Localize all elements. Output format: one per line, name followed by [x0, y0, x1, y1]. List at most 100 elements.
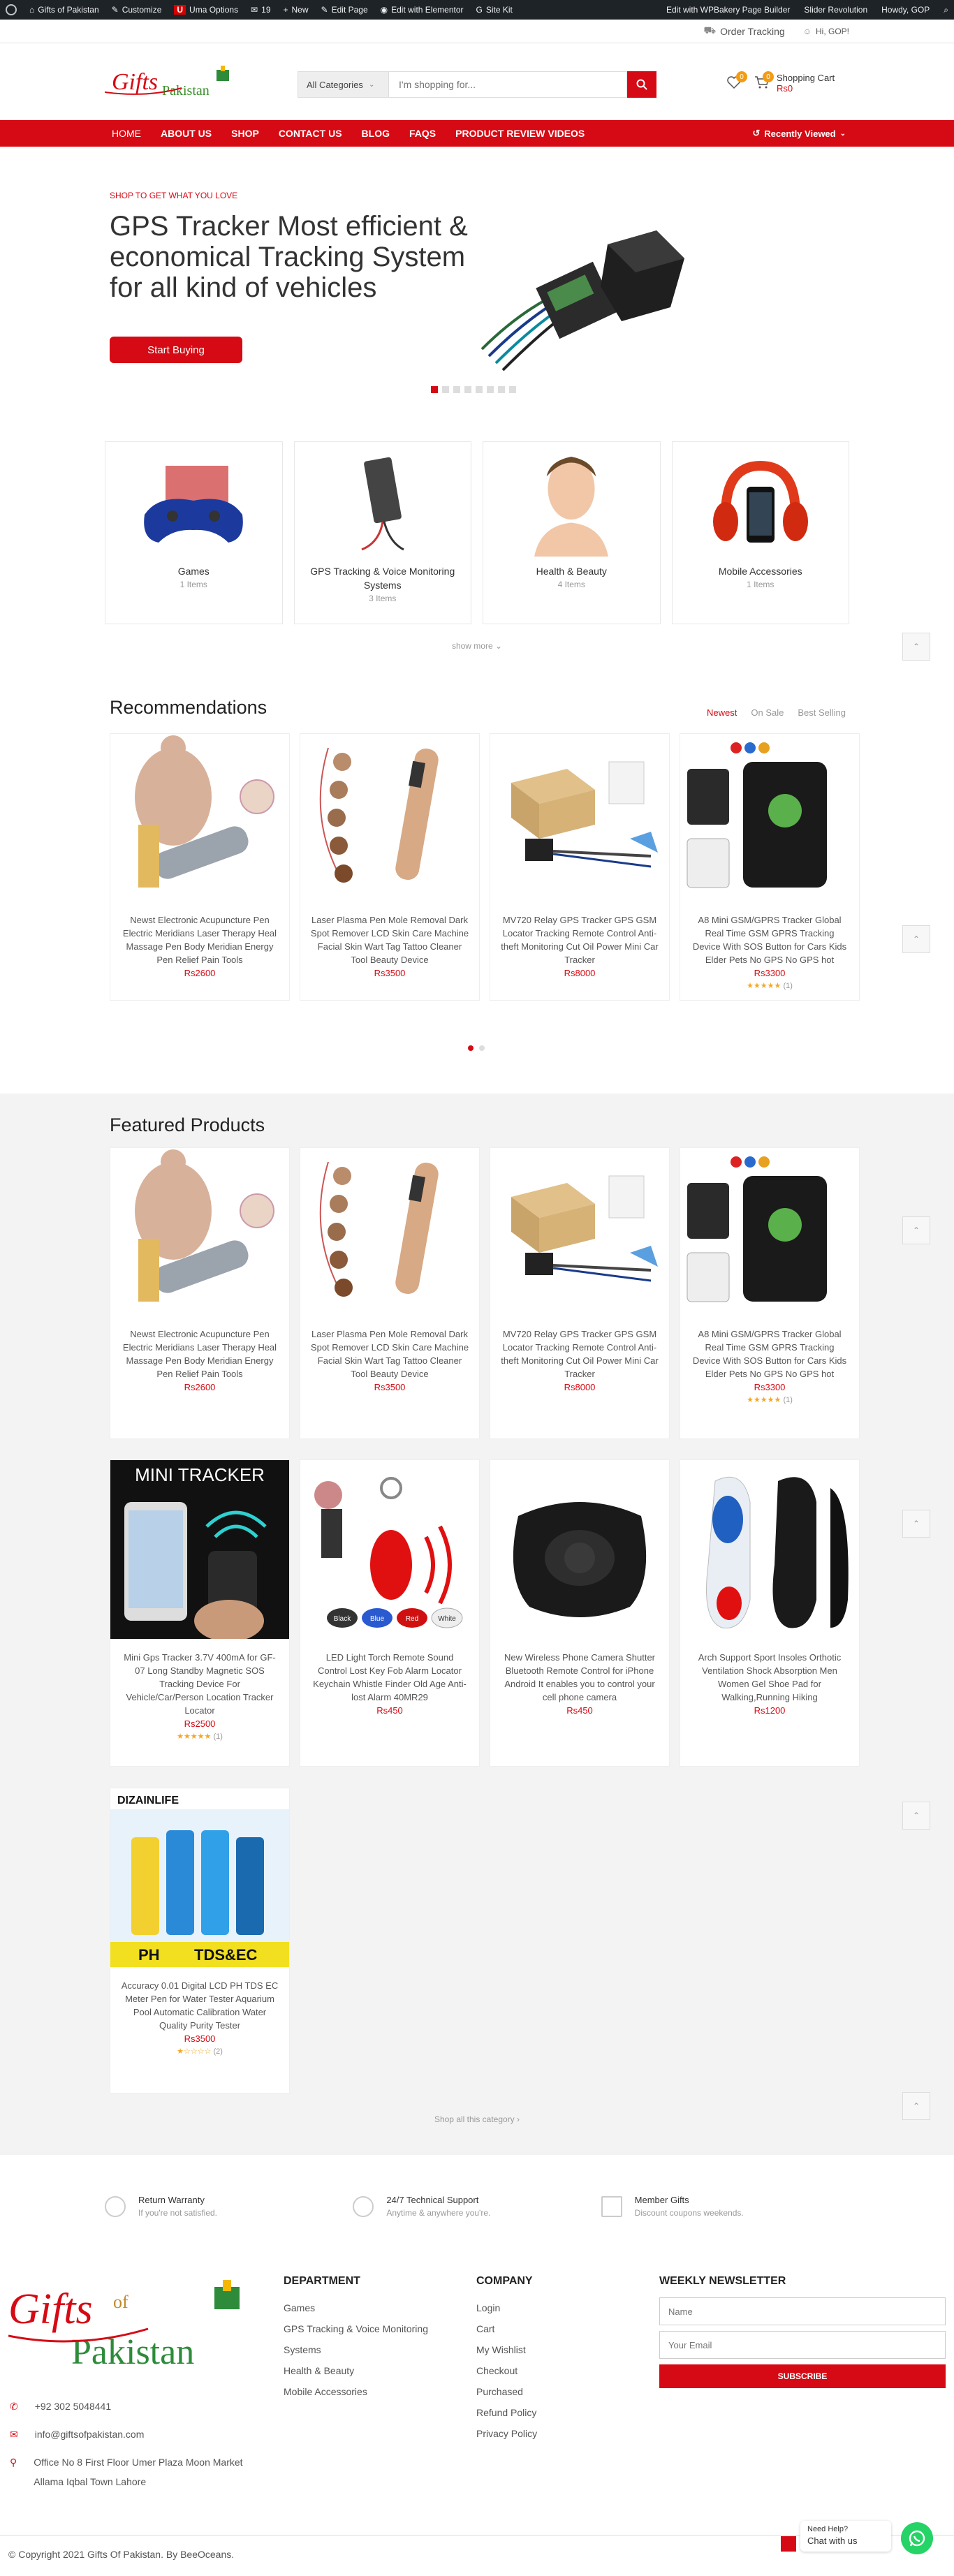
recently-viewed-dropdown[interactable]: ↺ Recently Viewed ⌄ [752, 128, 846, 139]
slider-dot[interactable] [476, 386, 483, 393]
footer-link[interactable]: Login [476, 2297, 616, 2318]
footer-link[interactable]: Health & Beauty [284, 2360, 451, 2381]
product-card[interactable]: Newst Electronic Acupuncture Pen Electri… [110, 733, 290, 1001]
nav-product-review-videos[interactable]: PRODUCT REVIEW VIDEOS [455, 128, 585, 139]
admin-new-link[interactable]: + New [284, 5, 309, 15]
product-card[interactable]: MINI TRACKER Mini Gps Tracker 3.7V 400mA… [110, 1459, 290, 1767]
youtube-icon[interactable] [781, 2536, 796, 2552]
product-name[interactable]: A8 Mini GSM/GPRS Tracker Global Real Tim… [690, 1327, 849, 1381]
admin-elementor-link[interactable]: ◉ Edit with Elementor [381, 5, 464, 15]
footer-email[interactable]: ✉ info@giftsofpakistan.com [10, 2424, 144, 2444]
product-name[interactable]: Arch Support Sport Insoles Orthotic Vent… [690, 1651, 849, 1704]
slider-dot[interactable] [487, 386, 494, 393]
nav-shop[interactable]: SHOP [231, 128, 259, 139]
nav-faqs[interactable]: FAQS [409, 128, 436, 139]
product-name[interactable]: Newst Electronic Acupuncture Pen Electri… [120, 1327, 279, 1381]
show-more-link[interactable]: show more ⌄ [0, 641, 954, 651]
wishlist-button[interactable]: 0 [726, 71, 747, 92]
admin-site-link[interactable]: ⌂ Gifts of Pakistan [29, 5, 99, 15]
nav-contact-us[interactable]: CONTACT US [279, 128, 342, 139]
carousel-dot[interactable] [479, 1045, 485, 1051]
search-button[interactable] [627, 71, 656, 98]
product-name[interactable]: MV720 Relay GPS Tracker GPS GSM Locator … [500, 913, 659, 966]
shop-all-category-link[interactable]: Shop all this category › [0, 2114, 954, 2124]
product-card[interactable]: A8 Mini GSM/GPRS Tracker Global Real Tim… [680, 1147, 860, 1439]
account-link[interactable]: ☺ Hi, GOP! [803, 27, 849, 36]
footer-link[interactable]: Refund Policy [476, 2402, 616, 2423]
footer-link[interactable]: Cart [476, 2318, 616, 2339]
category-card-health-beauty[interactable]: Health & Beauty 4 Items [483, 441, 661, 624]
nav-home[interactable]: HOME [112, 128, 141, 139]
footer-phone[interactable]: ✆ +92 302 5048441 [10, 2397, 111, 2416]
admin-slider-link[interactable]: Slider Revolution [804, 5, 867, 15]
product-name[interactable]: MV720 Relay GPS Tracker GPS GSM Locator … [500, 1327, 659, 1381]
product-name[interactable]: Mini Gps Tracker 3.7V 400mA for GF-07 Lo… [120, 1651, 279, 1717]
slider-dot[interactable] [442, 386, 449, 393]
product-name[interactable]: New Wireless Phone Camera Shutter Blueto… [500, 1651, 659, 1704]
slider-dot[interactable] [509, 386, 516, 393]
slider-dot[interactable] [464, 386, 471, 393]
back-to-top-button[interactable]: ⌃ [902, 1216, 930, 1244]
footer-link[interactable]: My Wishlist [476, 2339, 616, 2360]
footer-link[interactable]: Purchased [476, 2381, 616, 2402]
wordpress-icon[interactable] [6, 4, 17, 15]
admin-comments-link[interactable]: ✉ 19 [251, 5, 270, 15]
product-card[interactable]: A8 Mini GSM/GPRS Tracker Global Real Tim… [680, 733, 860, 1001]
nav-blog[interactable]: BLOG [362, 128, 390, 139]
site-logo[interactable]: Gifts Pakistan [105, 64, 237, 103]
search-input[interactable] [389, 71, 627, 98]
product-name[interactable]: Laser Plasma Pen Mole Removal Dark Spot … [310, 1327, 469, 1381]
product-name[interactable]: Laser Plasma Pen Mole Removal Dark Spot … [310, 913, 469, 966]
product-name[interactable]: A8 Mini GSM/GPRS Tracker Global Real Tim… [690, 913, 849, 966]
product-card[interactable]: Arch Support Sport Insoles Orthotic Vent… [680, 1459, 860, 1767]
product-name[interactable]: Newst Electronic Acupuncture Pen Electri… [120, 913, 279, 966]
product-card[interactable]: Newst Electronic Acupuncture Pen Electri… [110, 1147, 290, 1439]
tab-best-selling[interactable]: Best Selling [798, 707, 846, 718]
slider-dot[interactable] [431, 386, 438, 393]
admin-edit-page-link[interactable]: ✎ Edit Page [321, 5, 368, 15]
admin-wpbakery-link[interactable]: Edit with WPBakery Page Builder [666, 5, 790, 15]
subscribe-button[interactable]: SUBSCRIBE [659, 2364, 946, 2388]
product-name[interactable]: Accuracy 0.01 Digital LCD PH TDS EC Mete… [120, 1979, 279, 2032]
whatsapp-chat-button[interactable] [901, 2522, 933, 2554]
product-card[interactable]: MV720 Relay GPS Tracker GPS GSM Locator … [490, 733, 670, 1001]
footer-link[interactable]: Mobile Accessories [284, 2381, 451, 2402]
back-to-top-button[interactable]: ⌃ [902, 1802, 930, 1830]
tab-on-sale[interactable]: On Sale [751, 707, 784, 718]
category-card-gps[interactable]: GPS Tracking & Voice Monitoring Systems … [293, 441, 471, 624]
admin-uma-link[interactable]: U Uma Options [174, 5, 238, 15]
footer-link[interactable]: Checkout [476, 2360, 616, 2381]
chat-popup[interactable]: Need Help? Chat with us [800, 2521, 891, 2552]
product-card[interactable]: New Wireless Phone Camera Shutter Blueto… [490, 1459, 670, 1767]
nav-about-us[interactable]: ABOUT US [161, 128, 212, 139]
footer-link[interactable]: Privacy Policy [476, 2423, 616, 2444]
back-to-top-button[interactable]: ⌃ [902, 2092, 930, 2120]
footer-link[interactable]: Games [284, 2297, 451, 2318]
admin-howdy-link[interactable]: Howdy, GOP [881, 5, 930, 15]
admin-customize-link[interactable]: ✎ Customize [112, 5, 162, 15]
cart-button[interactable]: 0 Shopping Cart Rs0 [754, 71, 835, 94]
product-card[interactable]: Laser Plasma Pen Mole Removal Dark Spot … [300, 1147, 480, 1439]
category-card-mobile-accessories[interactable]: Mobile Accessories 1 Items [671, 441, 849, 624]
carousel-dot[interactable] [468, 1045, 474, 1051]
admin-sitekit-link[interactable]: G Site Kit [476, 5, 513, 15]
newsletter-name-input[interactable] [659, 2297, 946, 2325]
category-select[interactable]: All Categories ⌄ [298, 71, 389, 98]
tab-newest[interactable]: Newest [707, 707, 737, 718]
product-card[interactable]: DIZAINLIFE PH TDS&EC Accuracy 0.01 Digit… [110, 1788, 290, 2093]
footer-link[interactable]: GPS Tracking & Voice Monitoring Systems [284, 2318, 451, 2360]
back-to-top-button[interactable]: ⌃ [902, 1510, 930, 1538]
back-to-top-button[interactable]: ⌃ [902, 925, 930, 953]
back-to-top-button[interactable]: ⌃ [902, 633, 930, 661]
search-icon[interactable]: ⌕ [944, 5, 948, 15]
product-name[interactable]: LED Light Torch Remote Sound Control Los… [310, 1651, 469, 1704]
order-tracking-link[interactable]: ⛟ Order Tracking [704, 24, 785, 38]
category-card-games[interactable]: Games 1 Items [105, 441, 283, 624]
product-card[interactable]: Black Blue Red White LED Light Torch Rem… [300, 1459, 480, 1767]
product-card[interactable]: MV720 Relay GPS Tracker GPS GSM Locator … [490, 1147, 670, 1439]
slider-dot[interactable] [498, 386, 505, 393]
slider-dot[interactable] [453, 386, 460, 393]
newsletter-email-input[interactable] [659, 2331, 946, 2359]
start-buying-button[interactable]: Start Buying [110, 337, 242, 363]
product-card[interactable]: Laser Plasma Pen Mole Removal Dark Spot … [300, 733, 480, 1001]
